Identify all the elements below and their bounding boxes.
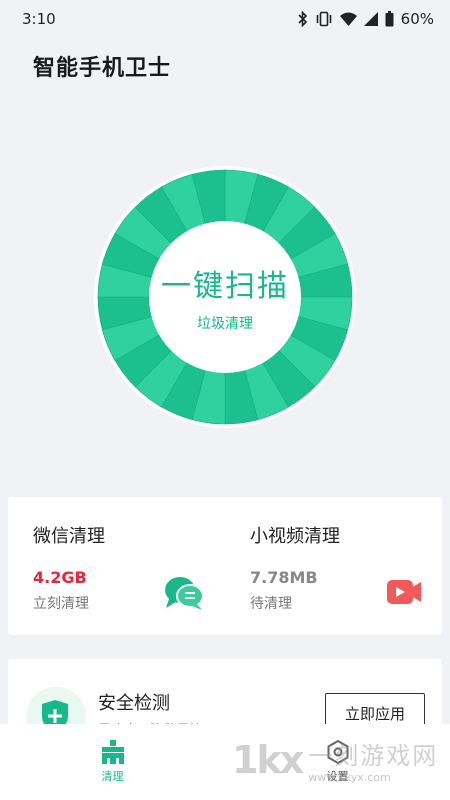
nav-label-settings: 设置 [326,770,349,783]
settings-icon [327,740,348,764]
bottom-nav: 清理 设置 [0,724,450,800]
status-icons: 60% [298,10,434,28]
nav-item-settings[interactable]: 设置 [225,724,450,800]
broom-icon [101,740,124,764]
bluetooth-icon [298,11,307,27]
scan-main-label: 一键扫描 [161,269,289,304]
chat-bubbles-icon [165,577,204,610]
wifi-icon [339,12,357,26]
vibrate-icon [316,11,331,27]
scan-button[interactable]: 一键扫描 垃圾清理 [149,221,301,373]
video-icon [387,580,421,604]
nav-item-clean[interactable]: 清理 [0,724,225,800]
video-clean-title: 小视频清理 [250,526,340,547]
battery-percent: 60% [400,10,434,28]
security-title: 安全检测 [98,693,170,714]
wechat-clean-item[interactable]: 微信清理 4.2GB 立刻清理 [8,497,225,635]
signal-icon [363,12,378,26]
video-clean-item[interactable]: 小视频清理 7.78MB 待清理 [225,497,442,635]
wechat-clean-title: 微信清理 [33,526,105,547]
scan-dial[interactable]: 一键扫描 垃圾清理 [94,166,356,428]
nav-label-clean: 清理 [101,770,124,783]
battery-icon [385,11,394,27]
status-bar: 3:10 60% [0,0,450,38]
scan-sub-label: 垃圾清理 [197,316,253,332]
clean-card: 微信清理 4.2GB 立刻清理 小视频清理 7.78MB 待清理 [8,497,442,635]
page-title: 智能手机卫士 [33,56,172,81]
status-time: 3:10 [22,10,56,28]
